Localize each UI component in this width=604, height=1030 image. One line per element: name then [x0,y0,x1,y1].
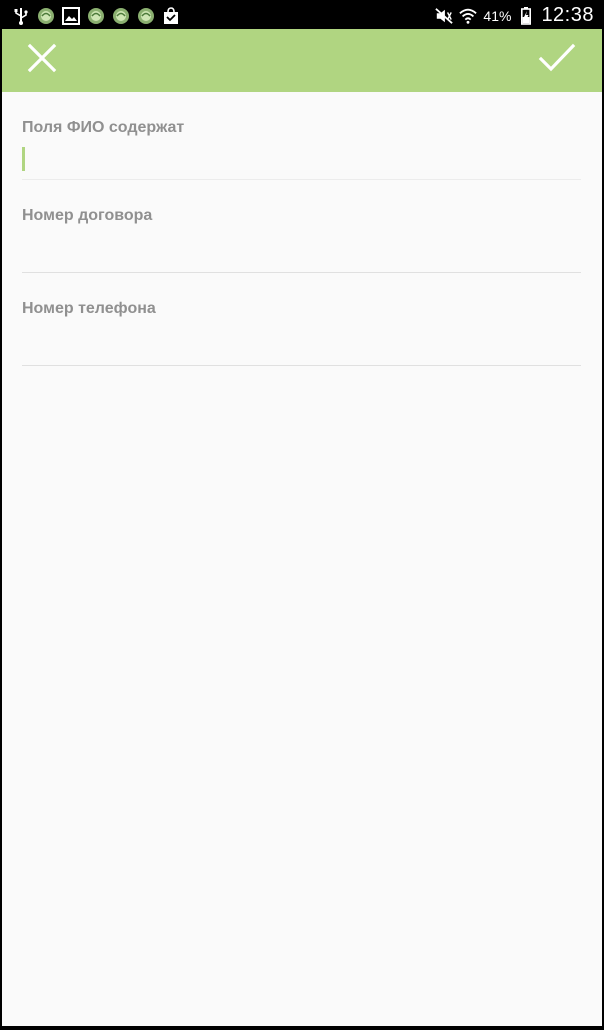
contract-number-input[interactable] [22,232,581,260]
phone-number-field: Номер телефона [22,273,581,366]
wifi-icon [459,7,478,25]
search-form: Поля ФИО содержат Номер договора Номер т… [22,92,581,366]
notification-icon [87,7,105,25]
mute-icon [435,7,454,25]
battery-percentage: 41% [483,7,512,24]
toolbar [2,29,602,92]
contract-number-label: Номер договора [22,207,153,224]
fio-field-label: Поля ФИО содержат [22,119,185,136]
status-bar-system: 41% 12:38 [435,4,602,27]
status-bar-notifications [2,6,180,25]
phone-number-label: Номер телефона [22,300,156,317]
notification-icon [37,7,55,25]
usb-icon [12,7,30,25]
image-icon [62,6,80,25]
notification-icon [137,7,155,25]
app-frame: 41% 12:38 Поля ФИО содержат Номер догово… [2,2,602,1026]
shopping-bag-icon [162,6,180,25]
clock: 12:38 [541,4,594,26]
battery-icon [517,6,535,25]
status-bar: 41% 12:38 [2,2,602,29]
confirm-button[interactable] [525,29,588,92]
close-icon [26,42,58,79]
fio-input[interactable] [22,144,581,172]
check-icon [538,42,576,79]
notification-icon [112,7,130,25]
close-button[interactable] [10,29,73,92]
phone-number-input[interactable] [22,325,581,353]
contract-number-field: Номер договора [22,180,581,273]
fio-field: Поля ФИО содержат [22,92,581,180]
